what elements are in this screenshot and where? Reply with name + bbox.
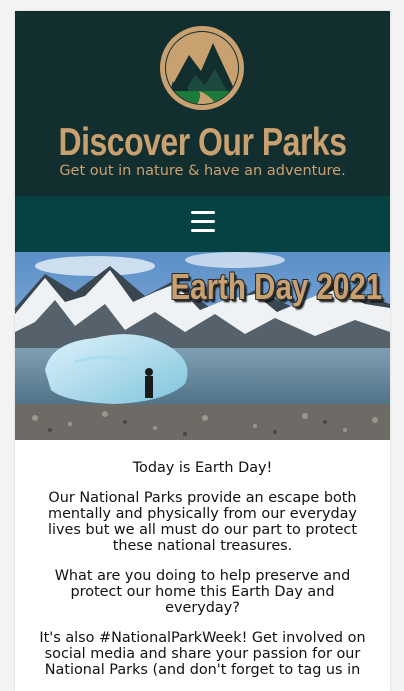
site-title[interactable]: Discover Our Parks bbox=[49, 121, 357, 165]
paragraph: It's also #NationalParkWeek! Get involve… bbox=[39, 630, 366, 678]
hero-image: Earth Day 2021 bbox=[15, 252, 390, 440]
site-header: Discover Our Parks Get out in nature & h… bbox=[15, 11, 390, 196]
paragraph: Today is Earth Day! bbox=[132, 460, 273, 476]
mountain-park-logo-icon[interactable] bbox=[159, 25, 245, 111]
paragraph: Our National Parks provide an escape bot… bbox=[48, 490, 357, 554]
nav-bar bbox=[15, 196, 390, 252]
menu-line bbox=[191, 220, 215, 223]
page-card: Discover Our Parks Get out in nature & h… bbox=[15, 11, 390, 691]
menu-line bbox=[191, 229, 215, 232]
paragraph: What are you doing to help preserve and … bbox=[54, 568, 351, 616]
menu-line bbox=[191, 211, 215, 214]
hero-title: Earth Day 2021 bbox=[170, 266, 382, 307]
site-tagline: Get out in nature & have an adventure. bbox=[59, 163, 346, 179]
hamburger-menu-icon[interactable] bbox=[191, 211, 215, 235]
main-content: Today is Earth Day! Our National Parks p… bbox=[15, 440, 390, 678]
